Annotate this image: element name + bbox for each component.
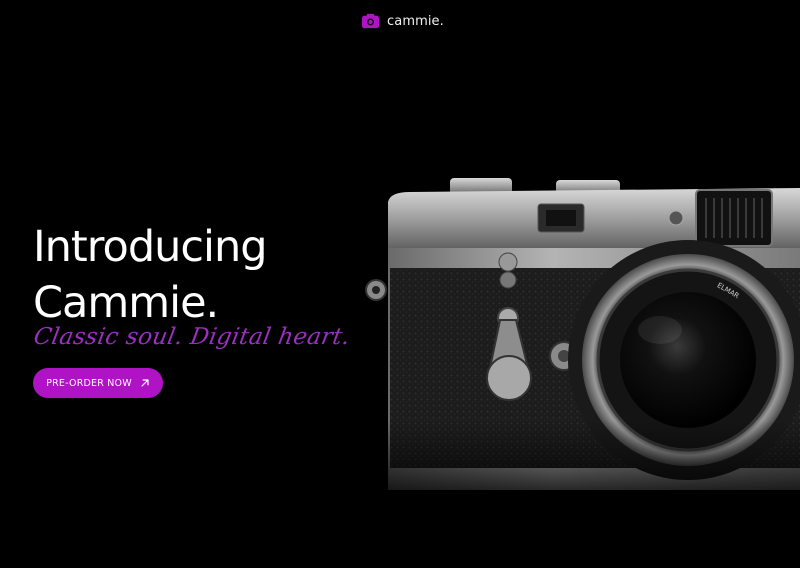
hero-tagline: Classic soul. Digital heart. <box>31 324 353 350</box>
hero-title: Introducing Cammie. <box>33 219 268 331</box>
brand-name: cammie. <box>387 14 444 29</box>
pre-order-button-label: PRE-ORDER NOW <box>46 377 132 389</box>
top-bar: cammie. <box>0 0 800 44</box>
hero-title-line-2: Cammie. <box>33 278 219 328</box>
rangefinder-window <box>695 189 773 247</box>
lens-glass <box>620 292 756 428</box>
pre-order-button[interactable]: PRE-ORDER NOW <box>33 368 163 398</box>
brand-logo[interactable]: cammie. <box>361 12 444 31</box>
camera-illustration: ELMAR <box>360 178 800 510</box>
arrow-up-right-icon <box>141 379 149 387</box>
camera-icon <box>361 13 380 29</box>
hero-title-line-1: Introducing <box>33 222 268 272</box>
camera-product-image: ELMAR <box>360 170 800 510</box>
